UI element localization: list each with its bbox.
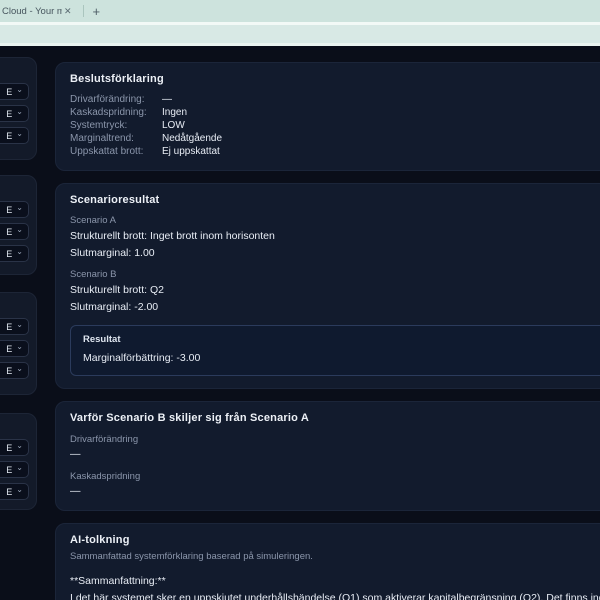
browser-chrome: Cloud - Your medi ✕ +: [0, 0, 600, 46]
card-title: Scenarioresultat: [70, 194, 600, 206]
select-value: E: [6, 465, 12, 475]
chevron-down-icon: ⌄: [16, 464, 23, 472]
result-box: Resultat Marginalförbättring: -3.00: [70, 325, 600, 376]
scenario-results-card: Scenarioresultat Scenario A Strukturellt…: [55, 183, 600, 389]
row-label: Drivarförändring:: [70, 93, 162, 106]
scenario-a-label: Scenario A: [70, 215, 600, 226]
select-value: E: [6, 487, 12, 497]
chevron-down-icon: ⌄: [16, 321, 23, 329]
sidebar-select[interactable]: E⌄: [0, 318, 29, 335]
sidebar-select[interactable]: E⌄: [0, 362, 29, 379]
select-value: E: [6, 322, 12, 332]
diff-value: —: [70, 448, 600, 461]
sidebar-select[interactable]: E⌄: [0, 439, 29, 456]
sidebar-select[interactable]: E⌄: [0, 340, 29, 357]
result-title: Resultat: [83, 334, 600, 345]
sidebar-select[interactable]: E⌄: [0, 461, 29, 478]
table-row: Uppskattat brott: Ej uppskattat: [70, 145, 600, 158]
sidebar-select[interactable]: E⌄: [0, 223, 29, 240]
sidebar-select[interactable]: E⌄: [0, 83, 29, 100]
row-label: Marginaltrend:: [70, 132, 162, 145]
scenario-b-label: Scenario B: [70, 269, 600, 280]
table-row: Systemtryck: LOW: [70, 119, 600, 132]
chevron-down-icon: ⌄: [16, 86, 23, 94]
tab-close-icon[interactable]: ✕: [64, 6, 72, 17]
tab-title: Cloud - Your medi: [2, 6, 62, 17]
scenario-diff-card: Varför Scenario B skiljer sig från Scena…: [55, 401, 600, 511]
row-label: Systemtryck:: [70, 119, 162, 132]
table-row: Drivarförändring: —: [70, 93, 600, 106]
sidebar-group-3: E⌄ E⌄ E⌄: [0, 292, 37, 395]
scenario-a-break: Strukturellt brott: Inget brott inom hor…: [70, 230, 600, 243]
select-value: E: [6, 205, 12, 215]
ai-subtitle: Sammanfattad systemförklaring baserad på…: [70, 551, 600, 562]
card-title: AI-tolkning: [70, 534, 600, 546]
select-value: E: [6, 109, 12, 119]
select-value: E: [6, 249, 12, 259]
app-window: E⌄ E⌄ E⌄ E⌄ E⌄ E⌄ E⌄ E⌄ E⌄ E⌄ E⌄ E⌄ Besl…: [0, 46, 600, 600]
sidebar-group-1: E⌄ E⌄ E⌄: [0, 57, 37, 160]
sidebar-group-4: E⌄ E⌄ E⌄: [0, 413, 37, 510]
result-value: Marginalförbättring: -3.00: [83, 352, 600, 365]
table-row: Kaskadspridning: Ingen: [70, 106, 600, 119]
scenario-b-break: Strukturellt brott: Q2: [70, 284, 600, 297]
chevron-down-icon: ⌄: [16, 130, 23, 138]
chevron-down-icon: ⌄: [16, 486, 23, 494]
row-label: Kaskadspridning:: [70, 106, 162, 119]
sidebar-select[interactable]: E⌄: [0, 127, 29, 144]
row-value: Nedåtgående: [162, 132, 222, 145]
chevron-down-icon: ⌄: [16, 365, 23, 373]
card-title: Varför Scenario B skiljer sig från Scena…: [70, 412, 600, 424]
select-value: E: [6, 131, 12, 141]
select-value: E: [6, 87, 12, 97]
ai-paragraph-line: I det här systemet sker en uppskjutet un…: [70, 592, 600, 600]
row-value: Ingen: [162, 106, 187, 119]
sidebar-select[interactable]: E⌄: [0, 105, 29, 122]
ai-section-heading: **Sammanfattning:**: [70, 575, 600, 588]
ai-interpretation-card: AI-tolkning Sammanfattad systemförklarin…: [55, 523, 600, 600]
row-value: —: [162, 93, 172, 106]
left-sidebar: E⌄ E⌄ E⌄ E⌄ E⌄ E⌄ E⌄ E⌄ E⌄ E⌄ E⌄ E⌄: [0, 46, 46, 600]
sidebar-select[interactable]: E⌄: [0, 201, 29, 218]
chevron-down-icon: ⌄: [16, 226, 23, 234]
main-content: Beslutsförklaring Drivarförändring: — Ka…: [46, 46, 600, 600]
chevron-down-icon: ⌄: [16, 204, 23, 212]
decision-explanation-card: Beslutsförklaring Drivarförändring: — Ka…: [55, 62, 600, 171]
diff-label: Drivarförändring: [70, 434, 600, 445]
card-title: Beslutsförklaring: [70, 73, 600, 85]
tab-bar: Cloud - Your medi ✕ +: [0, 0, 600, 22]
scenario-a-margin: Slutmarginal: 1.00: [70, 247, 600, 260]
chevron-down-icon: ⌄: [16, 248, 23, 256]
table-row: Marginaltrend: Nedåtgående: [70, 132, 600, 145]
chevron-down-icon: ⌄: [16, 442, 23, 450]
row-value: Ej uppskattat: [162, 145, 220, 158]
sidebar-group-2: E⌄ E⌄ E⌄: [0, 175, 37, 275]
address-bar[interactable]: [0, 25, 600, 43]
row-value: LOW: [162, 119, 185, 132]
select-value: E: [6, 443, 12, 453]
scenario-b-margin: Slutmarginal: -2.00: [70, 301, 600, 314]
select-value: E: [6, 366, 12, 376]
chevron-down-icon: ⌄: [16, 343, 23, 351]
diff-label: Kaskadspridning: [70, 471, 600, 482]
sidebar-select[interactable]: E⌄: [0, 483, 29, 500]
row-label: Uppskattat brott:: [70, 145, 162, 158]
sidebar-select[interactable]: E⌄: [0, 245, 29, 262]
chevron-down-icon: ⌄: [16, 108, 23, 116]
browser-tab[interactable]: Cloud - Your medi ✕: [0, 0, 72, 22]
tab-separator: [83, 5, 84, 17]
select-value: E: [6, 344, 12, 354]
diff-value: —: [70, 485, 600, 498]
new-tab-button[interactable]: +: [93, 4, 101, 19]
select-value: E: [6, 227, 12, 237]
